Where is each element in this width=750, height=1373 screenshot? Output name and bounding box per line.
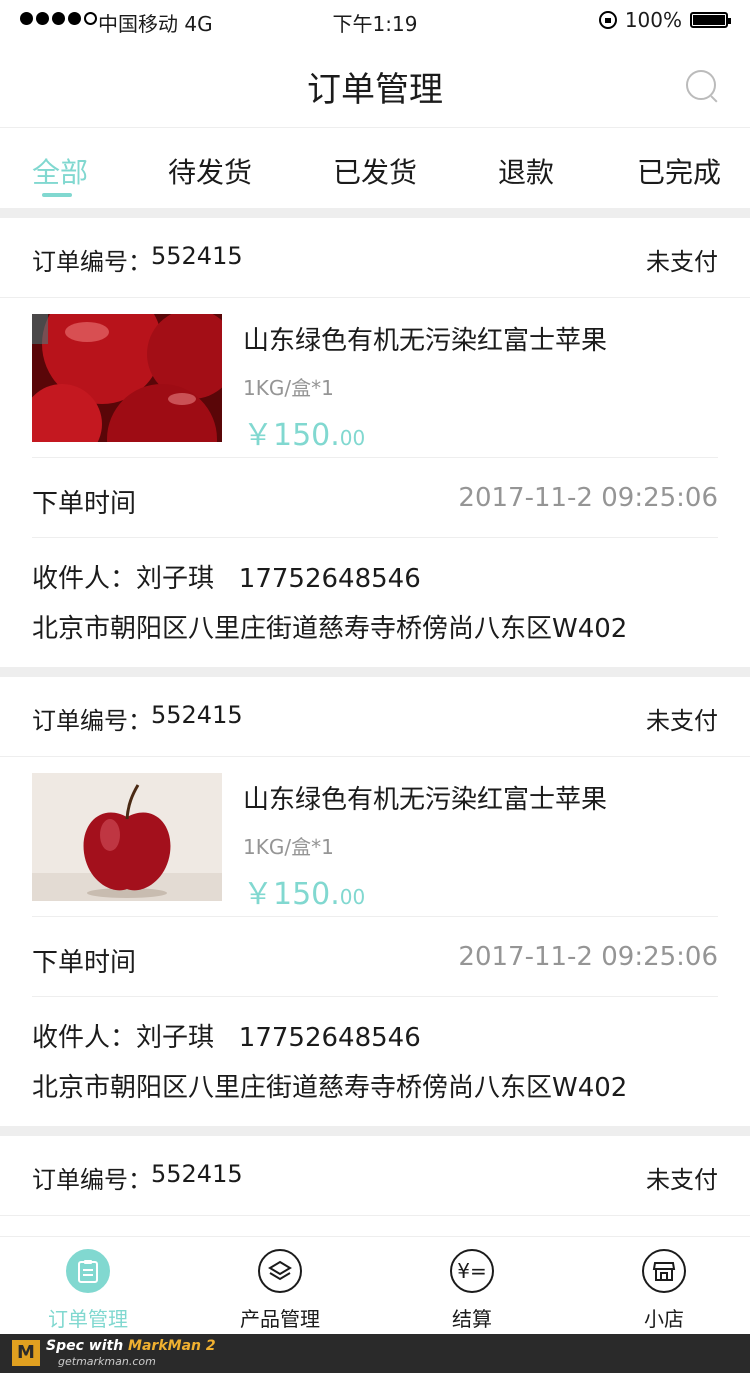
recipient-address: 北京市朝阳区八里庄街道慈寿寺桥傍尚八东区W402 [32,1073,628,1103]
order-time-value: 2017-11-2 09:25:06 [458,483,718,513]
order-filter-tabs: 全部 待发货 已发货 退款 已完成 [0,129,750,208]
order-time-label: 下单时间 [32,489,137,519]
tabbar-label: 订单管理 [48,1307,128,1331]
section-divider [0,208,750,218]
order-time-row: 下单时间 2017-11-2 09:25:06 [32,458,718,538]
tab-completed[interactable]: 已完成 [637,151,721,191]
product-row[interactable]: 山东绿色有机无污染红富士苹果 1KG/盒*1 ￥150.00 [32,757,718,917]
product-name: 山东绿色有机无污染红富士苹果 [243,326,608,356]
shop-icon [642,1249,686,1293]
product-spec: 1KG/盒*1 [243,835,334,859]
banner-brand: Spec with MarkMan 2 [46,1338,216,1354]
clipboard-icon [66,1249,110,1293]
tabbar-products[interactable]: 产品管理 [220,1237,340,1335]
recipient-info: 收件人：刘子琪 17752648546 [32,564,421,594]
order-number-label: 订单编号： [32,1166,152,1194]
tab-shipped[interactable]: 已发货 [333,151,417,191]
order-time-label: 下单时间 [32,948,137,978]
product-row[interactable]: 山东绿色有机无污染红富士苹果 1KG/盒*1 ￥150.00 [32,298,718,458]
page-title: 订单管理 [307,70,443,110]
recipient-info: 收件人：刘子琪 17752648546 [32,1023,421,1053]
battery-percent: 100% [624,8,682,32]
tabbar-shop[interactable]: 小店 [604,1237,724,1335]
order-time-value: 2017-11-2 09:25:06 [458,942,718,972]
yuan-icon: ¥= [450,1249,494,1293]
order-status: 未支付 [646,248,718,276]
price-cents: 00 [339,885,366,909]
status-bar: 中国移动 4G 下午1:19 100% [0,0,750,40]
product-price: ￥150.00 [243,869,365,913]
bottom-tab-bar: 订单管理 产品管理 ¥= 结算 小店 [0,1236,750,1334]
product-image [32,314,222,442]
orientation-lock-icon [598,11,617,29]
banner-url: getmarkman.com [58,1355,156,1368]
active-tab-indicator [42,193,72,197]
order-number: 552415 [151,1160,243,1188]
order-number: 552415 [151,242,243,270]
order-card[interactable]: 订单编号： 552415 未支付 山东绿色有机无污染红富士苹果 1KG/盒*1 … [0,677,750,1127]
recipient-block: 收件人：刘子琪 17752648546 北京市朝阳区八里庄街道慈寿寺桥傍尚八东区… [32,538,718,668]
tab-pending-shipment[interactable]: 待发货 [168,151,252,191]
markman-logo-icon: M [12,1340,40,1366]
order-card[interactable]: 订单编号： 552415 未支付 [0,1136,750,1216]
product-price: ￥150.00 [243,410,365,454]
product-name: 山东绿色有机无污染红富士苹果 [243,785,608,815]
section-divider [0,1126,750,1136]
order-time-row: 下单时间 2017-11-2 09:25:06 [32,917,718,997]
price-main: ￥150. [243,877,340,912]
order-status: 未支付 [646,707,718,735]
tabbar-orders[interactable]: 订单管理 [28,1237,148,1335]
order-number: 552415 [151,701,243,729]
order-number-label: 订单编号： [32,707,152,735]
tabbar-settlement[interactable]: ¥= 结算 [412,1237,532,1335]
nav-bar: 订单管理 [0,40,750,128]
recipient-address: 北京市朝阳区八里庄街道慈寿寺桥傍尚八东区W402 [32,614,628,644]
section-divider [0,667,750,677]
order-status: 未支付 [646,1166,718,1194]
tab-refund[interactable]: 退款 [498,151,554,191]
recipient-block: 收件人：刘子琪 17752648546 北京市朝阳区八里庄街道慈寿寺桥傍尚八东区… [32,997,718,1127]
battery-icon [690,12,731,28]
price-main: ￥150. [243,418,340,453]
tabbar-label: 结算 [452,1307,492,1331]
tabbar-label: 小店 [644,1307,684,1331]
search-icon[interactable] [686,70,716,100]
order-card[interactable]: 订单编号： 552415 未支付 山东绿色有机无污染红富士苹果 1KG/盒*1 … [0,218,750,668]
price-cents: 00 [339,426,366,450]
markman-banner: M Spec with MarkMan 2 getmarkman.com [0,1334,750,1373]
tab-all[interactable]: 全部 [32,151,88,191]
tabbar-label: 产品管理 [240,1307,320,1331]
order-number-label: 订单编号： [32,248,152,276]
product-spec: 1KG/盒*1 [243,376,334,400]
product-image [32,773,222,901]
layers-icon [258,1249,302,1293]
